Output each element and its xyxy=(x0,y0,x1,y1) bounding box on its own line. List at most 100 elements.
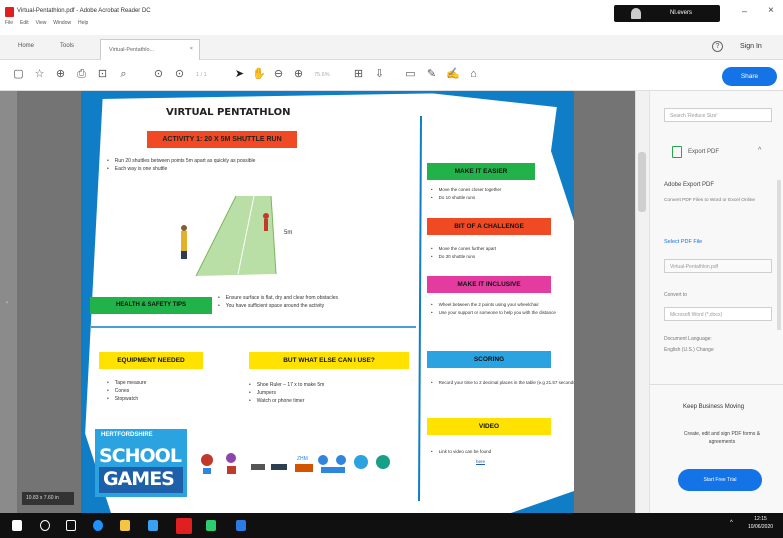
export-description: Convert PDF Files to Word or Excel Onlin… xyxy=(664,198,756,203)
upload-icon[interactable]: ⊕ xyxy=(54,68,67,81)
acrobat-icon xyxy=(5,7,14,17)
page-down-icon[interactable]: ⊙ xyxy=(173,68,186,81)
tag-icon[interactable]: ⌂ xyxy=(467,68,480,81)
video-list: Link to video can be found xyxy=(431,448,492,456)
scoring-heading: SCORING xyxy=(427,351,551,368)
tab-close-icon[interactable]: × xyxy=(190,46,193,52)
health-point: You have sufficient space around the act… xyxy=(218,302,338,310)
scroll-mode-icon[interactable]: ⇩ xyxy=(373,68,386,81)
clock-date: 10/06/2020 xyxy=(748,524,774,530)
scoring-list: Record your time to 2 decimal places in … xyxy=(431,379,574,387)
print-icon[interactable]: ⎙ xyxy=(75,68,88,81)
tab-tools[interactable]: Tools xyxy=(60,43,74,49)
partner-logos: ZHM xyxy=(201,453,390,474)
pdf-title: VIRTUAL PENTATHLON xyxy=(166,107,291,118)
equipment-item: Stopwatch xyxy=(107,395,146,403)
pen-icon[interactable]: ✎ xyxy=(425,68,438,81)
inclusive-point: Use your support or someone to help you … xyxy=(431,309,556,317)
file-explorer-icon[interactable] xyxy=(120,520,130,531)
else-item: Shoe Ruler – 17 x to make 5m xyxy=(249,381,325,389)
scoring-point: Record your time to 2 decimal places in … xyxy=(431,379,574,387)
tab-document[interactable]: Virtual-Pentathlo... × xyxy=(100,39,200,60)
store-icon[interactable] xyxy=(148,520,158,531)
equipment-item: Cones xyxy=(107,387,146,395)
select-file-link[interactable]: Select PDF File xyxy=(664,239,702,245)
logo-games: GAMES xyxy=(103,468,175,490)
comment-icon[interactable]: ▭ xyxy=(404,68,417,81)
format-select[interactable]: Microsoft Word (*.docx) xyxy=(664,307,772,321)
zoom-dropdown[interactable]: 75.6% xyxy=(314,72,330,78)
inclusive-point: Wheel between the 2 points using your wh… xyxy=(431,301,556,309)
window-title: Virtual-Pentathlon.pdf - Adobe Acrobat R… xyxy=(17,8,151,14)
edge-icon[interactable] xyxy=(93,520,103,531)
expand-left-icon[interactable]: › xyxy=(6,300,8,306)
promo-description: Create, edit and sign PDF forms & agreem… xyxy=(683,431,761,445)
start-icon[interactable] xyxy=(12,520,22,531)
search-taskbar-icon[interactable] xyxy=(40,520,50,531)
easier-heading: MAKE IT EASIER xyxy=(427,163,535,180)
export-pdf-label[interactable]: Export PDF xyxy=(688,149,719,155)
menu-file[interactable]: File xyxy=(5,20,13,26)
email-icon[interactable]: ⊡ xyxy=(96,68,109,81)
video-link[interactable]: here xyxy=(476,459,485,464)
user-icon xyxy=(631,8,641,19)
county-label: HERTFORDSHIRE xyxy=(101,432,153,438)
right-panel-scrollbar[interactable] xyxy=(777,180,781,330)
left-panel-collapsed[interactable] xyxy=(0,91,17,513)
fit-page-icon[interactable]: ⊞ xyxy=(352,68,365,81)
star-icon[interactable]: ☆ xyxy=(33,68,46,81)
else-list: Shoe Ruler – 17 x to make 5m Jumpers Wat… xyxy=(249,381,325,405)
select-cursor-icon[interactable]: ➤ xyxy=(233,68,246,81)
sign-icon[interactable]: ✍ xyxy=(446,68,460,81)
create-icon[interactable]: ▢ xyxy=(12,68,25,81)
page-up-icon[interactable]: ⊙ xyxy=(152,68,165,81)
else-item: Jumpers xyxy=(249,389,324,397)
easier-point: Move the cones closer together xyxy=(431,186,502,194)
taskbar xyxy=(0,513,783,538)
app-icon-green[interactable] xyxy=(206,520,216,531)
selected-file-field[interactable]: Virtual-Pentathlon.pdf xyxy=(664,259,772,273)
sign-in-link[interactable]: Sign In xyxy=(740,43,762,50)
task-view-icon[interactable] xyxy=(66,520,76,531)
else-item: Watch or phone timer xyxy=(249,397,324,405)
user-name: Nl.evers xyxy=(670,10,693,16)
tray-chevron-icon[interactable]: ^ xyxy=(730,520,733,526)
close-button[interactable]: × xyxy=(768,5,774,16)
language-value[interactable]: English (U.S.) Change xyxy=(664,347,714,353)
menu-bar: File Edit View Window Help xyxy=(5,19,783,33)
promo-title: Keep Business Moving xyxy=(683,404,745,410)
activity-heading: ACTIVITY 1: 20 X 5M SHUTTLE RUN xyxy=(147,131,297,148)
app-icon-blue[interactable] xyxy=(236,520,246,531)
challenge-list: Move the cones further apart Do 30 shutt… xyxy=(431,245,497,261)
collapse-icon[interactable]: ^ xyxy=(758,147,761,154)
search-icon[interactable]: ⌕ xyxy=(117,68,130,81)
page-size-indicator: 10.83 x 7.60 in xyxy=(22,492,74,505)
challenge-point: Move the cones further apart xyxy=(431,245,497,253)
hand-icon[interactable]: ✋ xyxy=(252,68,266,81)
page-indicator[interactable]: 1 / 1 xyxy=(196,72,207,78)
tab-home[interactable]: Home xyxy=(18,43,34,49)
easier-point: Do 10 shuttle runs xyxy=(431,194,501,202)
video-heading: VIDEO xyxy=(427,418,551,435)
zoom-out-icon[interactable]: ⊖ xyxy=(272,68,285,81)
menu-edit[interactable]: Edit xyxy=(20,20,29,26)
clock[interactable]: 12:15 10/06/2020 xyxy=(748,515,773,531)
menu-help[interactable]: Help xyxy=(78,20,88,26)
easier-list: Move the cones closer together Do 10 shu… xyxy=(431,186,502,202)
health-heading: HEALTH & SAFETY TIPS xyxy=(90,297,212,314)
health-list: Ensure surface is flat, dry and clear fr… xyxy=(218,294,338,310)
zoom-in-icon[interactable]: ⊕ xyxy=(292,68,305,81)
tool-search-input[interactable]: Search 'Reduce Size' xyxy=(664,108,772,122)
doc-language-label: Document Language: xyxy=(664,336,712,342)
acrobat-taskbar-icon[interactable] xyxy=(176,518,192,534)
inclusive-heading: MAKE IT INCLUSIVE xyxy=(427,276,551,293)
help-icon[interactable]: ? xyxy=(712,41,723,52)
scrollbar-thumb[interactable] xyxy=(638,152,646,212)
menu-window[interactable]: Window xyxy=(53,20,71,26)
challenge-point: Do 30 shuttle runs xyxy=(431,253,496,261)
minimize-button[interactable]: – xyxy=(742,6,747,16)
menu-view[interactable]: View xyxy=(36,20,47,26)
share-button[interactable]: Share xyxy=(722,67,777,86)
free-trial-button[interactable]: Start Free Trial xyxy=(678,469,762,491)
clock-time: 12:15 xyxy=(754,516,767,522)
